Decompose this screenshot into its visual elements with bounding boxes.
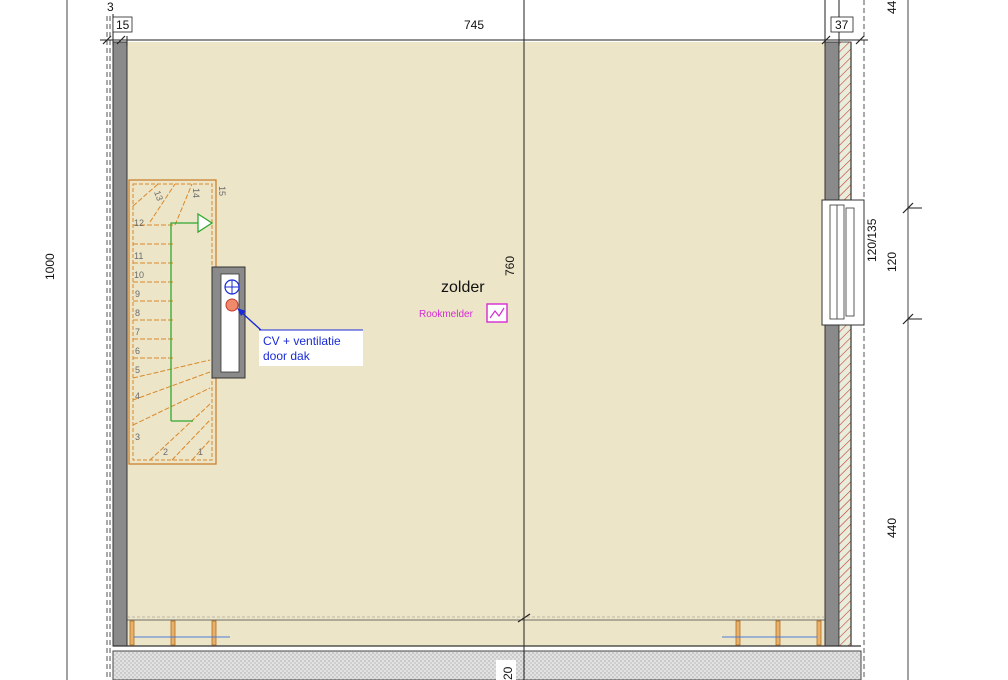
dim-window-size: 120/135 [865,218,879,262]
smoke-detector-icon [486,303,508,323]
ventilation-shaft [211,266,246,379]
dim-bottom: 20 [501,666,515,680]
stair-number-15: 15 [217,186,227,196]
stair-number-8: 8 [135,308,140,318]
dim-top-right: 37 [835,18,849,32]
right-wall [824,41,840,647]
stair-number-11: 11 [134,251,143,261]
stair-number-12: 12 [134,218,144,228]
stair-number-5: 5 [135,365,140,375]
dim-right-lower: 440 [885,518,899,538]
stair-number-6: 6 [135,346,140,356]
callout-line-1: CV + ventilatie [263,334,341,348]
right-wall-insulation [838,41,852,647]
stair-number-1: 1 [198,447,203,457]
callout-line-2: door dak [263,349,311,363]
dim-top-far-right: 44 [885,0,899,14]
dim-right-mid: 120 [885,252,899,272]
right-window [821,199,865,326]
dim-room-height: 760 [503,256,517,276]
stair-number-2: 2 [163,447,168,457]
stair-number-9: 9 [135,289,140,299]
stair-number-7: 7 [135,327,140,337]
dim-top-main: 745 [464,18,484,32]
stair-number-4: 4 [135,391,140,401]
stair-number-3: 3 [135,432,140,442]
stair-number-14: 14 [191,188,201,198]
left-wall [112,41,128,647]
dim-top-left-small: 3 [107,0,114,14]
dim-top-left: 15 [116,18,130,32]
bottom-wall [112,650,862,680]
room-label: zolder [441,279,485,296]
dim-left-overall: 1000 [43,253,57,280]
smoke-detector-label: Rookmelder [419,309,474,320]
floor-plan: 3 15 745 37 44 1000 760 zolder Rookmelde… [43,0,922,680]
stair-number-10: 10 [134,270,144,280]
